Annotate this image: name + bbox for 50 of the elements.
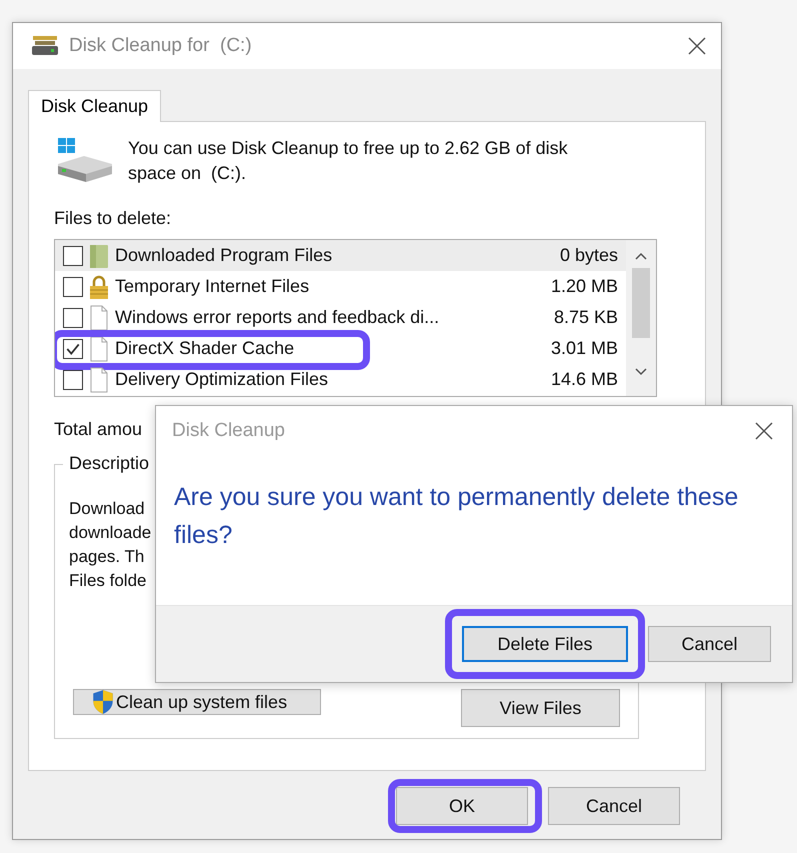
file-row[interactable]: Downloaded Program Files 0 bytes	[55, 240, 626, 271]
dialog-title: Disk Cleanup	[172, 420, 286, 442]
checkbox[interactable]	[63, 246, 83, 266]
total-label: Total amou	[54, 419, 142, 440]
file-row[interactable]: Delivery Optimization Files 14.6 MB	[55, 364, 626, 395]
scroll-down-icon[interactable]	[635, 368, 647, 376]
file-size: 8.75 KB	[554, 307, 618, 328]
checkbox[interactable]	[63, 338, 83, 358]
group-title: Descriptio	[63, 453, 156, 474]
description-text: Download	[69, 498, 145, 520]
file-row[interactable]: Temporary Internet Files 1.20 MB	[55, 271, 626, 302]
description-text: downloade	[69, 522, 152, 544]
dialog-button[interactable]: Cancel	[648, 626, 771, 662]
tab[interactable]: Disk Cleanup	[28, 90, 162, 122]
file-name: Temporary Internet Files	[115, 276, 310, 297]
checkbox[interactable]	[63, 370, 83, 390]
file-name: Windows error reports and feedback di...	[115, 307, 440, 328]
document-icon	[89, 304, 109, 330]
close-icon[interactable]	[687, 36, 707, 56]
action-button[interactable]: View Files	[461, 689, 620, 727]
dialog-button[interactable]: OK	[396, 787, 528, 825]
folder-icon	[89, 242, 109, 268]
intro-text: You can use Disk Cleanup to free up to 2.62 GB of disk space on (C:).	[128, 137, 569, 185]
scrollbar[interactable]	[626, 240, 656, 396]
window-title: Disk Cleanup for (C:)	[69, 35, 253, 57]
file-name: DirectX Shader Cache	[115, 338, 296, 359]
dialog-button[interactable]: Delete Files	[462, 626, 628, 662]
file-size: 0 bytes	[560, 245, 618, 266]
drive-icon	[31, 35, 59, 57]
file-size: 1.20 MB	[550, 276, 618, 297]
file-name: Downloaded Program Files	[115, 245, 334, 266]
document-icon	[89, 366, 109, 392]
document-icon	[89, 336, 109, 362]
scroll-up-icon[interactable]	[635, 252, 647, 260]
file-row[interactable]: DirectX Shader Cache 3.01 MB	[55, 333, 626, 364]
file-name: Delivery Optimization Files	[115, 369, 330, 390]
file-size: 3.01 MB	[550, 338, 618, 359]
description-text: pages. Th	[69, 546, 144, 568]
dialog-button[interactable]: Cancel	[548, 787, 680, 825]
confirm-message: Are you sure you want to permanently delete these files?	[173, 482, 740, 551]
shield-icon	[92, 689, 114, 715]
file-row[interactable]: Windows error reports and feedback di... 8.75 KB	[55, 302, 626, 333]
checkbox[interactable]	[63, 308, 83, 328]
files-label: Files to delete:	[54, 208, 172, 229]
lock-icon	[89, 274, 109, 300]
checkbox[interactable]	[63, 276, 83, 296]
close-icon[interactable]	[754, 421, 774, 441]
action-button[interactable]: Clean up system files	[73, 689, 321, 715]
description-text: Files folde	[69, 570, 146, 592]
file-size: 14.6 MB	[550, 369, 618, 390]
